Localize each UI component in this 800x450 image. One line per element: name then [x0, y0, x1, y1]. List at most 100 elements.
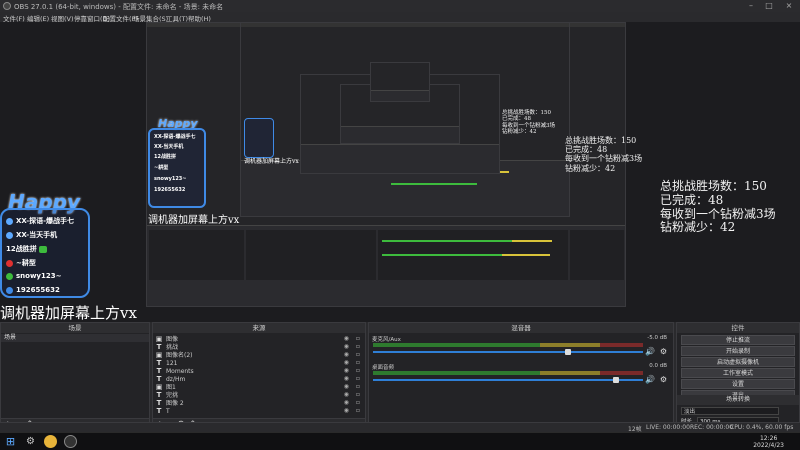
eye-icon[interactable]: ◉ — [344, 383, 349, 391]
gear-icon[interactable]: ⚙ — [24, 435, 37, 448]
sources-dock-title: 来源 — [153, 323, 365, 333]
source-type-icon: ▣ — [155, 383, 163, 391]
source-label: 挑战 — [166, 344, 179, 351]
chrome-icon[interactable] — [44, 435, 57, 448]
source-item[interactable]: ▣ 图像 ◉ ▫ — [155, 335, 363, 343]
start-recording-button[interactable]: 开始录制 — [681, 346, 795, 356]
source-label: 121 — [166, 360, 178, 367]
minimize-icon[interactable]: – — [742, 1, 760, 11]
info-card-medium: XX-探语-爆战手七 XX-当天手机 12战胜拼 ~耕型 snowy123~ 1… — [148, 128, 206, 208]
gear-icon[interactable]: ⚙ — [660, 347, 667, 356]
taskbar: ⊞ ⚙ 12:26 2022/4/23 — [0, 432, 800, 450]
source-type-icon: ▣ — [155, 351, 163, 359]
menu-bar: 文件(F) 编辑(E) 视图(V) 停靠窗口(D) 配置文件(P) 场景集合(S… — [0, 12, 800, 23]
lock-icon[interactable]: ▫ — [356, 343, 360, 351]
weibo-icon — [6, 259, 13, 267]
preview-canvas[interactable]: 总挑战胜场数：150 已完成：48 每收到一个钻粉减3场 钻粉减少：42 总挑战胜场数… — [0, 22, 800, 322]
eye-icon[interactable]: ◉ — [344, 343, 349, 351]
lock-icon[interactable]: ▫ — [356, 367, 360, 375]
source-label: 图像 2 — [166, 400, 184, 407]
lock-icon[interactable]: ▫ — [356, 399, 360, 407]
source-item[interactable]: T 121 ◉ ▫ — [155, 359, 363, 367]
source-item[interactable]: T 挑战 ◉ ▫ — [155, 343, 363, 351]
card-row-1: XX-探语-爆战手七 — [6, 216, 74, 226]
volume-slider[interactable] — [373, 379, 643, 381]
settings-button[interactable]: 设置 — [681, 379, 795, 389]
source-label: dz/Hm — [166, 376, 186, 383]
source-item[interactable]: ▣ 图1 ◉ ▫ — [155, 383, 363, 391]
source-item[interactable]: T 图像 2 ◉ ▫ — [155, 399, 363, 407]
stop-streaming-button[interactable]: 停止推流 — [681, 335, 795, 345]
start-virtual-camera-button[interactable]: 启动虚拟摄像机 — [681, 357, 795, 367]
diamond-icon — [6, 217, 13, 225]
info-card-tiny — [244, 118, 274, 158]
speaker-icon[interactable]: 🔊 — [645, 347, 655, 356]
eye-icon[interactable]: ◉ — [344, 335, 349, 343]
eye-icon[interactable]: ◉ — [344, 375, 349, 383]
speaker-icon[interactable]: 🔊 — [645, 375, 655, 384]
scenes-dock: 场景 场景 + − ⌃ ⌄ — [0, 322, 150, 432]
rec-timer: REC: 00:00:00 — [690, 424, 734, 431]
source-label: 完挑 — [166, 392, 179, 399]
dock-area: 场景 场景 + − ⌃ ⌄ 来源 ▣图像◉▫ T挑战◉▫ ▣图像名(2)◉▫ T… — [0, 322, 800, 432]
scenes-dock-title: 场景 — [1, 323, 149, 333]
qq-icon — [6, 286, 13, 294]
source-label: 图像名(2) — [166, 352, 193, 359]
source-type-icon: T — [156, 399, 162, 407]
eye-icon[interactable]: ◉ — [344, 399, 349, 407]
live-timer: LIVE: 00:00:00 — [646, 424, 690, 431]
source-label: T — [166, 408, 170, 415]
lock-icon[interactable]: ▫ — [356, 335, 360, 343]
source-item[interactable]: T T ◉ ▫ — [155, 407, 363, 415]
card-row-4: ~耕型 — [6, 258, 36, 268]
source-type-icon: T — [156, 391, 162, 399]
volume-slider[interactable] — [373, 351, 643, 353]
lock-icon[interactable]: ▫ — [356, 407, 360, 415]
source-label: Moments — [166, 368, 194, 375]
studio-mode-button[interactable]: 工作室模式 — [681, 368, 795, 378]
lock-icon[interactable]: ▫ — [356, 351, 360, 359]
close-icon[interactable]: × — [780, 1, 798, 11]
lock-icon[interactable]: ▫ — [356, 383, 360, 391]
lock-icon[interactable]: ▫ — [356, 359, 360, 367]
eye-icon[interactable]: ◉ — [344, 391, 349, 399]
caption-large: 调机器加屏幕上方vx — [0, 304, 137, 322]
lock-icon[interactable]: ▫ — [356, 391, 360, 399]
card-row-3: 12战胜拼 — [6, 244, 50, 254]
track-db: 0.0 dB — [649, 363, 667, 369]
source-item[interactable]: T Moments ◉ ▫ — [155, 367, 363, 375]
gear-icon[interactable]: ⚙ — [660, 375, 667, 384]
source-label: 图像 — [166, 336, 179, 343]
stat-reduced: 钻粉减少：42 — [660, 220, 736, 235]
volume-slider-handle[interactable] — [613, 377, 619, 383]
caption-medium: 调机器加屏幕上方vx — [148, 215, 240, 226]
source-item[interactable]: ▣ 图像名(2) ◉ ▫ — [155, 351, 363, 359]
track-name: 麦克风/Aux — [372, 337, 401, 343]
scene-item[interactable]: 场景 — [1, 334, 149, 342]
eye-icon[interactable]: ◉ — [344, 367, 349, 375]
mixer-dock-title: 混音器 — [369, 323, 673, 333]
chat-icon — [6, 272, 13, 280]
windows-start-icon[interactable]: ⊞ — [4, 435, 17, 448]
controls-dock: 控件 停止推流 开始录制 启动虚拟摄像机 工作室模式 设置 退出 场景转换 淡出… — [676, 322, 800, 432]
status-bar: 12帧 LIVE: 00:00:00 REC: 00:00:00 CPU: 0.… — [0, 422, 800, 433]
source-item[interactable]: T 完挑 ◉ ▫ — [155, 391, 363, 399]
obs-logo-icon — [3, 2, 11, 10]
card-row-5: snowy123~ — [6, 272, 61, 280]
source-type-icon: ▣ — [155, 335, 163, 343]
source-item[interactable]: Tdz/Hm ◉ ▫ — [155, 375, 363, 383]
info-card-large: XX-探语-爆战手七 XX-当天手机 12战胜拼 ~耕型 snowy123~ 1… — [0, 208, 90, 298]
sources-dock: 来源 ▣ 图像 ◉ ▫ T 挑战 ◉ ▫ ▣ 图像名(2) ◉ ▫ T 121 ◉ ▫ T Moments… — [152, 322, 366, 432]
maximize-icon[interactable]: □ — [760, 1, 778, 11]
source-label: 图1 — [166, 384, 176, 391]
eye-icon[interactable]: ◉ — [344, 407, 349, 415]
eye-icon[interactable]: ◉ — [344, 359, 349, 367]
lock-icon[interactable]: ▫ — [356, 375, 360, 383]
obs-taskbar-icon[interactable] — [64, 435, 77, 448]
clock: 12:26 2022/4/23 — [753, 435, 784, 449]
title-bar: OBS 27.0.1 (64-bit, windows) - 配置文件: 未命名… — [0, 0, 800, 12]
eye-icon[interactable]: ◉ — [344, 351, 349, 359]
transition-select[interactable]: 淡出 — [681, 407, 779, 415]
stat-done: 已完成：48 — [660, 192, 724, 207]
volume-slider-handle[interactable] — [565, 349, 571, 355]
